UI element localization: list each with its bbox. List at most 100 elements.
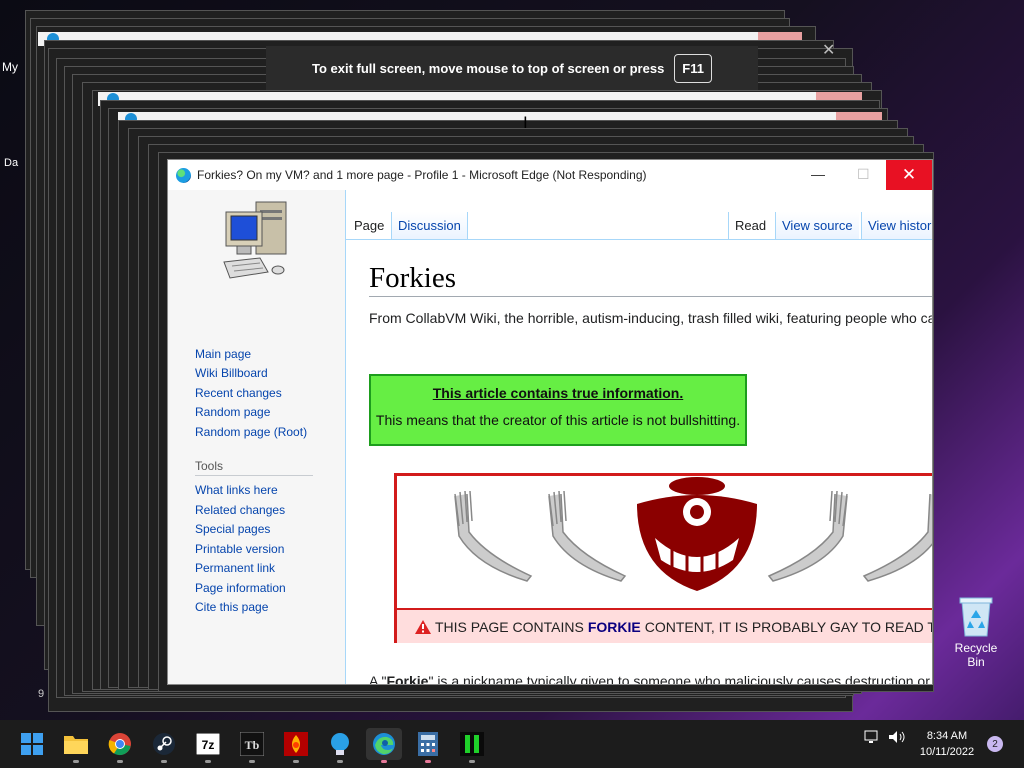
taskbar-7zip[interactable]: 7z	[192, 728, 224, 760]
tab-view-source[interactable]: View source	[775, 212, 859, 240]
sidebar-tool-related-changes[interactable]: Related changes	[195, 503, 285, 517]
system-clock[interactable]: 8:34 AM 10/11/2022	[918, 728, 976, 760]
running-indicator	[73, 760, 79, 763]
sidebar-nav-wiki-billboard[interactable]: Wiki Billboard	[195, 366, 268, 380]
sidebar-nav-random-page-root[interactable]: Random page (Root)	[195, 425, 307, 439]
active-indicator	[381, 760, 387, 763]
tab-discussion[interactable]: Discussion	[391, 212, 468, 240]
running-indicator	[425, 760, 431, 763]
steam-icon	[153, 733, 175, 755]
fullscreen-banner: To exit full screen, move mouse to top o…	[266, 46, 758, 90]
taskbar-steam[interactable]	[148, 728, 180, 760]
taskbar-edge[interactable]	[366, 728, 402, 760]
minimize-button[interactable]: —	[811, 166, 825, 182]
clock-time: 8:34 AM	[926, 730, 968, 742]
svg-text:Tb: Tb	[245, 738, 260, 752]
tools-heading: Tools	[195, 459, 224, 473]
sidebar-nav-main-page[interactable]: Main page	[195, 347, 251, 361]
warning-suffix: CONTENT, IT IS PROBABLY GAY TO READ T	[644, 618, 932, 635]
page-title: Forkies	[369, 262, 456, 294]
running-indicator	[293, 760, 299, 763]
sidebar-tool-special-pages[interactable]: Special pages	[195, 522, 270, 536]
taskbar-chrome[interactable]	[104, 728, 136, 760]
running-indicator	[161, 760, 167, 763]
sidebar-tool-cite-this-page[interactable]: Cite this page	[195, 600, 268, 614]
7zip-icon: 7z	[196, 733, 220, 755]
edge-icon	[176, 168, 191, 183]
intro-start: A "	[369, 673, 387, 684]
intro-bold: Forkie	[386, 673, 429, 684]
running-indicator	[117, 760, 123, 763]
notice-text: This means that the creator of this arti…	[375, 412, 741, 428]
taskbar-file-explorer[interactable]	[60, 728, 92, 760]
running-indicator	[205, 760, 211, 763]
maximize-button[interactable]: ☐	[857, 166, 870, 183]
network-icon[interactable]	[864, 730, 880, 747]
calculator-icon	[418, 732, 438, 756]
taskbar: 7z Tb 8:34 AM 10/11/2022 2	[0, 720, 1024, 768]
taskbar-tb-app[interactable]: Tb	[236, 728, 268, 760]
svg-text:7z: 7z	[202, 738, 215, 752]
tabs-divider	[346, 239, 932, 240]
close-button[interactable]: ✕	[886, 160, 932, 190]
sidebar-tool-printable-version[interactable]: Printable version	[195, 542, 284, 556]
article-intro: A "Forkie" is a nickname typically given…	[369, 673, 930, 684]
running-indicator	[249, 760, 255, 763]
warning-icon	[415, 619, 431, 634]
sidebar-nav-random-page[interactable]: Random page	[195, 405, 270, 419]
tab-page[interactable]: Page	[348, 212, 391, 240]
tab-view-history[interactable]: View histor	[861, 212, 932, 240]
close-icon[interactable]: ✕	[822, 40, 835, 60]
start-button[interactable]	[16, 728, 48, 760]
notification-badge[interactable]: 2	[987, 736, 1003, 752]
taskbar-fireworks[interactable]	[280, 728, 312, 760]
file-explorer-icon	[64, 736, 88, 754]
recycle-bin-label: Recycle Bin	[954, 641, 998, 669]
warning-prefix: THIS PAGE CONTAINS	[435, 618, 584, 635]
sidebar-nav-recent-changes[interactable]: Recent changes	[195, 386, 282, 400]
fork-icon	[862, 493, 932, 582]
true-info-notice: This article contains true information. …	[369, 374, 747, 446]
forkie-banner-image	[454, 477, 932, 591]
window-titlebar[interactable]: Forkies? On my VM? and 1 more page - Pro…	[168, 160, 932, 190]
forkie-warning-banner: THIS PAGE CONTAINS FORKIE CONTENT, IT IS…	[397, 608, 932, 643]
sidebar-tool-permanent-link[interactable]: Permanent link	[195, 561, 275, 575]
text-cursor-icon: I	[523, 113, 528, 132]
f11-key: F11	[674, 53, 712, 83]
taskbar-lightbulb[interactable]	[324, 728, 356, 760]
running-indicator	[469, 760, 475, 763]
tab-read[interactable]: Read	[728, 212, 773, 240]
intro-rest: " is a nickname typically given to someo…	[428, 673, 930, 684]
clock-date: 10/11/2022	[919, 746, 975, 758]
wiki-content: Page Discussion Read View source View hi…	[345, 190, 932, 684]
taskbar-calculator[interactable]	[412, 728, 444, 760]
fireworks-icon	[284, 732, 308, 756]
taskbar-terminal[interactable]	[456, 728, 488, 760]
edge-window: Forkies? On my VM? and 1 more page - Pro…	[168, 160, 932, 684]
terminal-icon	[460, 732, 484, 756]
running-indicator	[337, 760, 343, 763]
tools-divider	[195, 475, 313, 476]
notice-title[interactable]: This article contains true information.	[371, 385, 745, 401]
recycle-bin[interactable]: Recycle Bin	[945, 596, 1007, 669]
fork-icon	[767, 490, 848, 582]
window-title: Forkies? On my VM? and 1 more page - Pro…	[197, 168, 647, 182]
wiki-sidebar: Main page Wiki Billboard Recent changes …	[168, 190, 345, 684]
sidebar-tool-page-information[interactable]: Page information	[195, 581, 286, 595]
desktop-label[interactable]: Da	[4, 157, 18, 169]
lightbulb-icon	[331, 733, 349, 755]
volume-icon[interactable]	[888, 730, 906, 747]
computer-logo-icon[interactable]	[220, 200, 292, 282]
start-icon	[21, 733, 43, 755]
recycle-bin-icon	[959, 597, 993, 637]
title-divider	[369, 296, 932, 297]
sidebar-tool-what-links-here[interactable]: What links here	[195, 483, 278, 497]
forkie-face-icon	[637, 477, 757, 591]
tb-app-icon: Tb	[240, 732, 264, 756]
warning-forkie-link[interactable]: FORKIE	[588, 619, 641, 635]
site-tagline: From CollabVM Wiki, the horrible, autism…	[369, 310, 932, 326]
desktop-label[interactable]: My	[2, 60, 18, 74]
forkie-warning-box: THIS PAGE CONTAINS FORKIE CONTENT, IT IS…	[394, 473, 932, 643]
fork-icon	[454, 490, 533, 582]
fullscreen-message: To exit full screen, move mouse to top o…	[312, 60, 665, 76]
